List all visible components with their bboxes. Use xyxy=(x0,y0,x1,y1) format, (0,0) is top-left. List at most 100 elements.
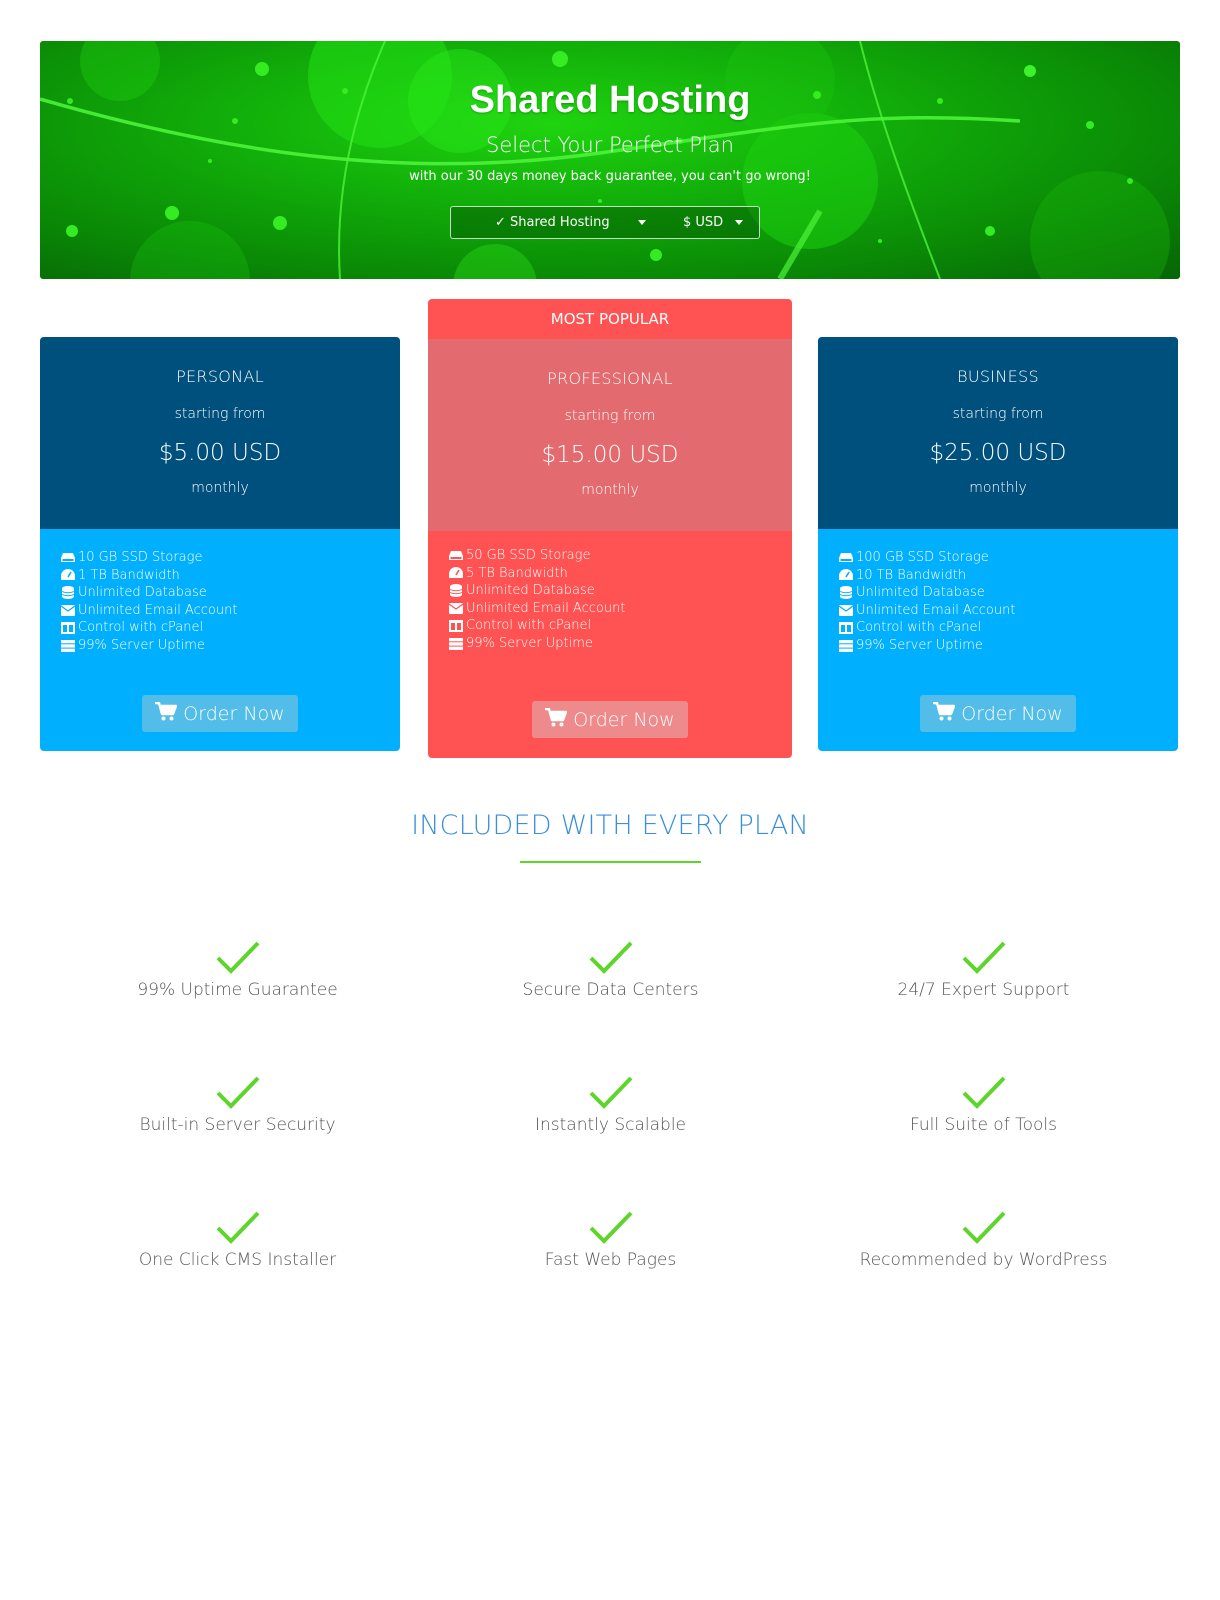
plan-header: PROFESSIONAL starting from $15.00 USD mo… xyxy=(428,339,792,531)
included-feature-label: One Click CMS Installer xyxy=(138,1250,337,1270)
plan-header: PERSONAL starting from $5.00 USD monthly xyxy=(40,337,400,529)
plan-header: BUSINESS starting from $25.00 USD monthl… xyxy=(818,337,1178,529)
plan-name: PROFESSIONAL xyxy=(547,369,673,388)
included-feature-label: Full Suite of Tools xyxy=(910,1115,1057,1135)
shopping-cart-icon xyxy=(155,701,178,726)
plan-price: $15.00 USD xyxy=(541,442,679,468)
envelope-icon xyxy=(60,604,76,618)
list-item: 50 GB SSD Storage xyxy=(448,547,792,565)
plan-billing-cycle: monthly xyxy=(581,482,639,498)
included-feature-label: 99% Uptime Guarantee xyxy=(137,980,338,1000)
hdd-icon xyxy=(448,549,464,563)
list-item: 5 TB Bandwidth xyxy=(448,565,792,583)
list-item: 10 GB SSD Storage xyxy=(60,549,400,567)
included-feature: Full Suite of Tools xyxy=(797,1075,1170,1135)
list-item: 99% Server Uptime xyxy=(838,637,1178,655)
page-title: Shared Hosting xyxy=(469,79,751,121)
included-feature: 99% Uptime Guarantee xyxy=(51,940,424,1000)
included-feature: 24/7 Expert Support xyxy=(797,940,1170,1000)
plan-price: $25.00 USD xyxy=(929,440,1067,466)
hdd-icon xyxy=(60,551,76,565)
envelope-icon xyxy=(838,604,854,618)
checkmark-icon xyxy=(216,1076,259,1109)
order-now-button[interactable]: Order Now xyxy=(532,701,688,738)
plan-starting-label: starting from xyxy=(952,406,1044,422)
list-item: 99% Server Uptime xyxy=(448,635,792,653)
plan-card-business: BUSINESS starting from $25.00 USD monthl… xyxy=(818,337,1178,751)
speedometer-icon xyxy=(60,568,76,582)
server-icon xyxy=(838,639,854,653)
list-item: Control with cPanel xyxy=(60,619,400,637)
chevron-down-icon xyxy=(735,220,744,225)
checkmark-icon xyxy=(962,1211,1005,1244)
product-group-dropdown[interactable]: ✓ Shared Hosting xyxy=(451,207,661,238)
plan-feature-list: 10 GB SSD Storage 1 TB Bandwidth Unlimit… xyxy=(40,529,400,655)
plan-name: PERSONAL xyxy=(176,367,264,386)
chevron-down-icon xyxy=(637,220,646,225)
currency-label: $ USD xyxy=(683,215,724,230)
included-feature: Fast Web Pages xyxy=(424,1210,797,1270)
database-icon xyxy=(838,586,854,600)
hdd-icon xyxy=(838,551,854,565)
shopping-cart-icon xyxy=(545,707,568,732)
plan-filter-bar: ✓ Shared Hosting $ USD xyxy=(450,206,760,239)
list-item: Unlimited Email Account xyxy=(448,600,792,618)
included-feature: Built-in Server Security xyxy=(51,1075,424,1135)
database-icon xyxy=(60,586,76,600)
section-divider xyxy=(520,861,701,863)
envelope-icon xyxy=(448,602,464,616)
plan-starting-label: starting from xyxy=(564,408,656,424)
columns-icon xyxy=(448,619,464,633)
server-icon xyxy=(60,639,76,653)
list-item: 100 GB SSD Storage xyxy=(838,549,1178,567)
order-now-button[interactable]: Order Now xyxy=(142,695,298,732)
list-item: 99% Server Uptime xyxy=(60,637,400,655)
list-item: Control with cPanel xyxy=(838,619,1178,637)
hero-banner: Shared Hosting Select Your Perfect Plan … xyxy=(40,41,1180,279)
included-feature-label: Recommended by WordPress xyxy=(859,1250,1108,1270)
checkmark-icon xyxy=(962,941,1005,974)
order-now-label: Order Now xyxy=(961,702,1063,725)
order-now-button[interactable]: Order Now xyxy=(920,695,1076,732)
list-item: Unlimited Email Account xyxy=(60,602,400,620)
plan-starting-label: starting from xyxy=(174,406,266,422)
hero-subtitle: Select Your Perfect Plan xyxy=(486,133,734,157)
included-feature: One Click CMS Installer xyxy=(51,1210,424,1270)
columns-icon xyxy=(838,621,854,635)
speedometer-icon xyxy=(838,568,854,582)
checkmark-icon xyxy=(589,1076,632,1109)
plan-feature-list: 100 GB SSD Storage 10 TB Bandwidth Unlim… xyxy=(818,529,1178,655)
list-item: 1 TB Bandwidth xyxy=(60,567,400,585)
hero-guarantee-note: with our 30 days money back guarantee, y… xyxy=(409,169,811,184)
order-now-label: Order Now xyxy=(183,702,285,725)
checkmark-icon xyxy=(216,941,259,974)
checkmark-icon xyxy=(589,1211,632,1244)
plan-price: $5.00 USD xyxy=(158,440,282,466)
included-feature-label: Fast Web Pages xyxy=(544,1250,677,1270)
included-feature: Recommended by WordPress xyxy=(797,1210,1170,1270)
list-item: Control with cPanel xyxy=(448,617,792,635)
checkmark-icon xyxy=(589,941,632,974)
list-item: Unlimited Database xyxy=(838,584,1178,602)
plan-feature-list: 50 GB SSD Storage 5 TB Bandwidth Unlimit… xyxy=(428,531,792,653)
speedometer-icon xyxy=(448,566,464,580)
server-icon xyxy=(448,637,464,651)
most-popular-badge: MOST POPULAR xyxy=(428,299,792,339)
list-item: Unlimited Database xyxy=(60,584,400,602)
plan-card-professional: PROFESSIONAL starting from $15.00 USD mo… xyxy=(428,339,792,758)
list-item: Unlimited Email Account xyxy=(838,602,1178,620)
plan-billing-cycle: monthly xyxy=(969,480,1027,496)
included-feature-label: Secure Data Centers xyxy=(522,980,699,1000)
currency-dropdown[interactable]: $ USD xyxy=(661,207,759,238)
included-feature: Secure Data Centers xyxy=(424,940,797,1000)
included-feature-label: Built-in Server Security xyxy=(139,1115,336,1135)
plan-card-personal: PERSONAL starting from $5.00 USD monthly… xyxy=(40,337,400,751)
list-item: Unlimited Database xyxy=(448,582,792,600)
included-feature-label: Instantly Scalable xyxy=(534,1115,687,1135)
checkmark-icon xyxy=(962,1076,1005,1109)
checkmark-icon xyxy=(216,1211,259,1244)
shopping-cart-icon xyxy=(933,701,956,726)
columns-icon xyxy=(60,621,76,635)
included-feature: Instantly Scalable xyxy=(424,1075,797,1135)
database-icon xyxy=(448,584,464,598)
